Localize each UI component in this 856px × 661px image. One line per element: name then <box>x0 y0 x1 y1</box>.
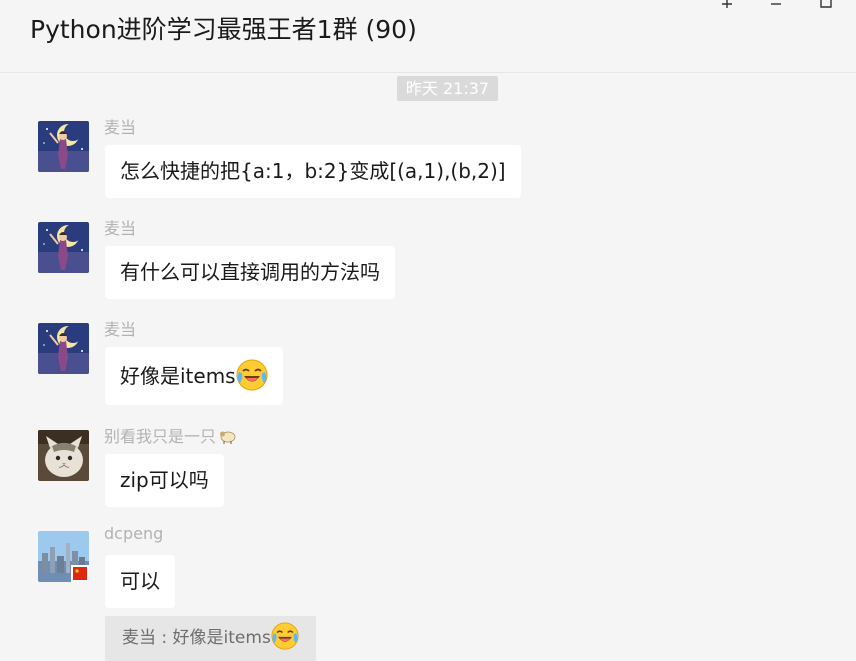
message-bubble[interactable]: 有什么可以直接调用的方法吗 <box>105 246 395 299</box>
message-bubble[interactable]: 好像是items <box>105 347 283 405</box>
chat-title: Python进阶学习最强王者1群 (90) <box>30 15 417 44</box>
maximize-icon[interactable] <box>818 0 834 10</box>
sender-name: 别看我只是一只 <box>104 423 237 447</box>
sender-name-text: 别看我只是一只 <box>104 427 217 446</box>
chat-message-list[interactable]: 昨天 21:37 麦当 怎么快捷的把{a:1，b:2}变成[(a,1),(b,2… <box>0 74 856 661</box>
message-text: 好像是items <box>120 364 236 388</box>
sheep-icon <box>220 431 236 444</box>
minimize-icon[interactable] <box>768 0 784 10</box>
city-skyline-avatar[interactable] <box>38 531 89 582</box>
message-bubble[interactable]: 可以 <box>105 555 175 608</box>
quote-text: 麦当 : 好像是items <box>122 628 271 648</box>
crying-laughing-emoji-icon <box>271 622 299 650</box>
message-bubble[interactable]: zip可以吗 <box>105 454 224 507</box>
quoted-message[interactable]: 麦当 : 好像是items <box>105 616 316 661</box>
sender-name: 麦当 <box>104 118 137 137</box>
moon-character-avatar[interactable] <box>38 121 89 172</box>
sender-name: 麦当 <box>104 219 137 238</box>
timestamp-divider: 昨天 21:37 <box>397 76 498 101</box>
pin-icon[interactable] <box>719 0 735 10</box>
cat-avatar[interactable] <box>38 430 89 481</box>
moon-character-avatar[interactable] <box>38 222 89 273</box>
message-bubble[interactable]: 怎么快捷的把{a:1，b:2}变成[(a,1),(b,2)] <box>105 145 521 198</box>
sender-name: dcpeng <box>104 524 164 543</box>
moon-character-avatar[interactable] <box>38 323 89 374</box>
sender-name: 麦当 <box>104 320 137 339</box>
crying-laughing-emoji-icon <box>236 359 268 391</box>
chat-header: Python进阶学习最强王者1群 (90) <box>0 0 856 73</box>
